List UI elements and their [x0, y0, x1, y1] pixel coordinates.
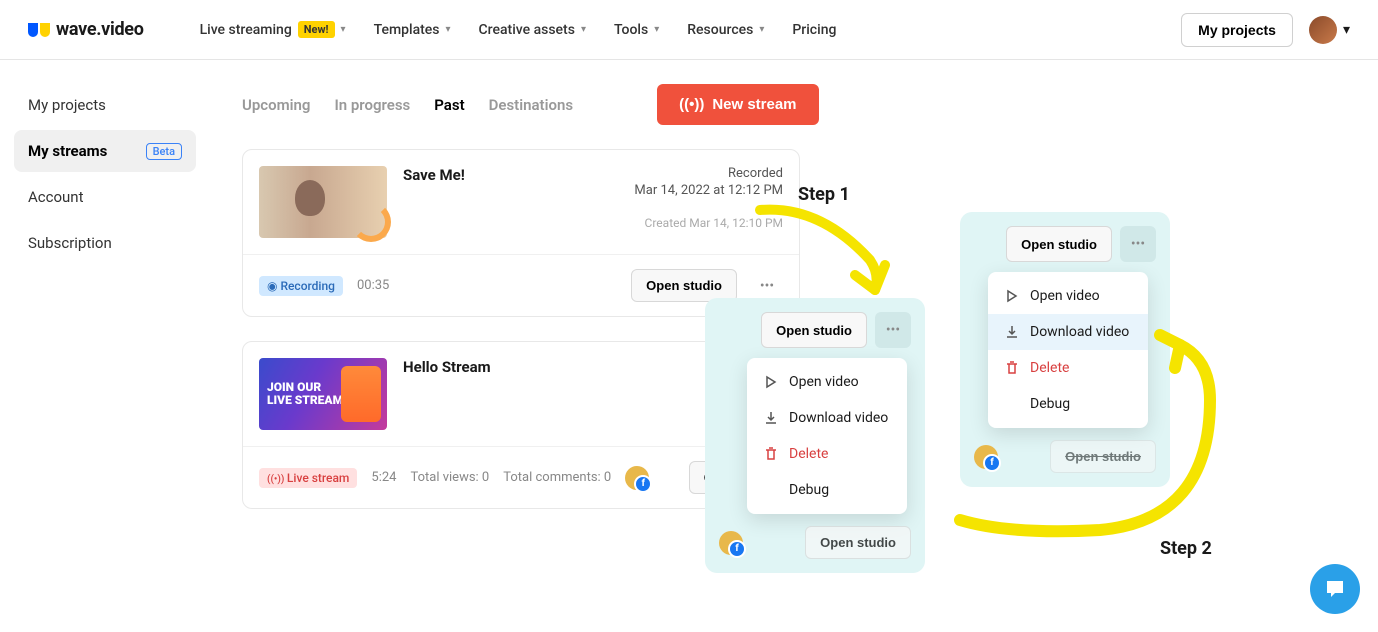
live-stream-tag: Live stream: [259, 468, 357, 488]
menu-label: Open video: [1030, 288, 1100, 304]
header-right: My projects ▾: [1181, 13, 1350, 47]
play-icon: [763, 374, 779, 390]
card-info: Save Me! Recorded Mar 14, 2022 at 12:12 …: [403, 166, 783, 238]
stream-card: Save Me! Recorded Mar 14, 2022 at 12:12 …: [242, 149, 800, 317]
logo[interactable]: wave.video: [28, 19, 144, 40]
main-nav: Live streaming New! ▾ Templates ▾ Creati…: [200, 21, 1182, 38]
stream-datetime: Mar 14, 2022 at 12:12 PM: [634, 183, 783, 198]
stream-thumbnail[interactable]: JOIN OURLIVE STREAM: [259, 358, 387, 430]
my-projects-button[interactable]: My projects: [1181, 13, 1293, 47]
chevron-down-icon: ▾: [654, 24, 659, 35]
open-studio-button[interactable]: Open studio: [1006, 226, 1112, 262]
sidebar: My projects My streams Beta Account Subs…: [0, 60, 210, 557]
sidebar-label: My streams: [28, 142, 107, 160]
menu-download-video[interactable]: Download video: [747, 400, 907, 436]
broadcast-icon: ((•)): [679, 96, 704, 113]
sidebar-label: My projects: [28, 96, 106, 114]
menu-label: Delete: [789, 446, 828, 462]
nav-creative-assets[interactable]: Creative assets ▾: [479, 22, 586, 38]
new-badge: New!: [298, 21, 335, 38]
chevron-down-icon: ▾: [446, 24, 451, 35]
stream-title: Save Me!: [403, 166, 634, 184]
nav-label: Pricing: [792, 22, 836, 38]
arrow-2: [950, 320, 1230, 550]
sidebar-label: Subscription: [28, 234, 112, 252]
button-label: New stream: [712, 96, 796, 113]
nav-templates[interactable]: Templates ▾: [374, 22, 451, 38]
sidebar-item-my-projects[interactable]: My projects: [14, 84, 196, 126]
duration: 00:35: [357, 278, 389, 293]
download-icon: [763, 410, 779, 426]
logo-text: wave.video: [56, 19, 144, 40]
menu-open-video[interactable]: Open video: [747, 364, 907, 400]
nav-label: Tools: [614, 22, 648, 38]
new-stream-button[interactable]: ((•)) New stream: [657, 84, 818, 125]
sidebar-item-my-streams[interactable]: My streams Beta: [14, 130, 196, 172]
menu-label: Open video: [789, 374, 859, 390]
tab-past[interactable]: Past: [434, 96, 464, 114]
avatar: [1309, 16, 1337, 44]
menu-label: Download video: [789, 410, 888, 426]
blank-icon: [763, 482, 779, 498]
stream-thumbnail[interactable]: [259, 166, 387, 238]
nav-resources[interactable]: Resources ▾: [687, 22, 764, 38]
sidebar-item-account[interactable]: Account: [14, 176, 196, 218]
tabs-row: Upcoming In progress Past Destinations (…: [242, 84, 1346, 125]
sidebar-item-subscription[interactable]: Subscription: [14, 222, 196, 264]
annotation-popover-1: Open studio ••• Open video Download vide…: [705, 298, 925, 573]
nav-label: Live streaming: [200, 22, 292, 38]
context-menu: Open video Download video Delete Debug: [747, 358, 907, 514]
nav-tools[interactable]: Tools ▾: [614, 22, 659, 38]
total-comments: Total comments: 0: [503, 470, 611, 485]
destination-badge[interactable]: [625, 466, 649, 490]
user-menu[interactable]: ▾: [1309, 16, 1350, 44]
nav-label: Resources: [687, 22, 753, 38]
nav-pricing[interactable]: Pricing: [792, 22, 836, 38]
recording-tag: Recording: [259, 276, 343, 296]
menu-delete[interactable]: Delete: [747, 436, 907, 472]
chevron-down-icon: ▾: [1343, 22, 1350, 38]
chat-widget[interactable]: [1310, 564, 1360, 614]
stream-status: Recorded: [634, 166, 783, 181]
nav-live-streaming[interactable]: Live streaming New! ▾: [200, 21, 346, 38]
logo-icon: [28, 23, 50, 37]
stream-title: Hello Stream: [403, 358, 715, 376]
trash-icon: [763, 446, 779, 462]
beta-badge: Beta: [146, 143, 182, 160]
card-top: Save Me! Recorded Mar 14, 2022 at 12:12 …: [243, 150, 799, 254]
nav-label: Creative assets: [479, 22, 575, 38]
sidebar-label: Account: [28, 188, 84, 206]
more-button[interactable]: •••: [875, 312, 911, 348]
play-icon: [1004, 288, 1020, 304]
menu-debug[interactable]: Debug: [747, 472, 907, 508]
chevron-down-icon: ▾: [341, 24, 346, 35]
tab-destinations[interactable]: Destinations: [489, 96, 573, 114]
open-studio-button[interactable]: Open studio: [761, 312, 867, 348]
chevron-down-icon: ▾: [581, 24, 586, 35]
destination-badge: [719, 531, 743, 555]
thumbnail-text: JOIN OURLIVE STREAM: [267, 381, 343, 407]
total-views: Total views: 0: [410, 470, 489, 485]
tab-in-progress[interactable]: In progress: [334, 96, 410, 114]
menu-open-video[interactable]: Open video: [988, 278, 1148, 314]
open-studio-button[interactable]: Open studio: [805, 526, 911, 559]
duration: 5:24: [371, 470, 396, 485]
chat-icon: [1323, 577, 1347, 601]
nav-label: Templates: [374, 22, 440, 38]
tab-upcoming[interactable]: Upcoming: [242, 96, 310, 114]
chevron-down-icon: ▾: [759, 24, 764, 35]
more-button[interactable]: •••: [1120, 226, 1156, 262]
menu-label: Debug: [789, 482, 829, 498]
thumbnail-graphic: [341, 366, 381, 422]
app-header: wave.video Live streaming New! ▾ Templat…: [0, 0, 1378, 60]
